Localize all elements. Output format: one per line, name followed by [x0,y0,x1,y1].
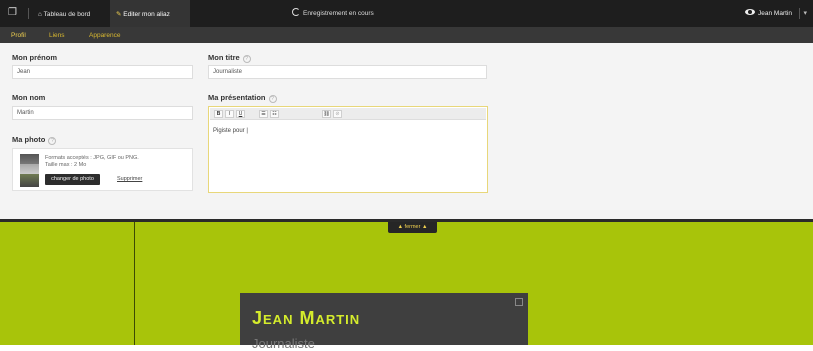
eye-icon [745,9,756,15]
presentation-label: Ma présentation? [208,93,277,103]
profile-card: Jean Martin Journaliste [240,293,528,351]
photo-thumbnail [20,154,39,187]
numbered-list-icon[interactable]: ☷ [270,110,279,118]
tab-bar: Profil Liens Apparence [0,27,813,43]
presentation-label-text: Ma présentation [208,93,266,102]
status-text: Enregistrement en cours [303,10,374,17]
change-photo-button[interactable]: changer de photo [45,174,100,185]
saving-status: Enregistrement en cours [292,8,374,19]
profile-panel: Mon prénom Jean Mon nom Martin Ma photo?… [0,43,813,219]
edit-link[interactable]: ✎ Editer mon aliaz [116,9,170,20]
divider [799,8,800,19]
link-icon[interactable]: ⛓ [322,110,331,118]
firstname-input[interactable]: Jean [12,65,193,79]
dashboard-link[interactable]: ⌂ Tableau de bord [38,9,90,20]
photo-label-text: Ma photo [12,135,46,144]
expand-icon[interactable] [515,298,523,306]
chevron-down-icon[interactable]: ▾ [803,8,807,19]
help-icon[interactable]: ? [242,55,251,63]
profile-name: Jean Martin [252,308,361,328]
bullet-list-icon[interactable]: ☰ [259,110,268,118]
underline-button[interactable]: U [236,110,245,118]
divider [28,8,29,19]
title-label: Mon titre? [208,53,251,63]
app-logo-icon[interactable]: ❐ [8,7,22,19]
tab-apparence[interactable]: Apparence [89,31,120,40]
dashboard-label: Tableau de bord [43,11,91,18]
unlink-icon[interactable]: ⊘ [333,110,342,118]
edit-label: Editer mon aliaz [123,11,170,18]
delete-photo-link[interactable]: Supprimer [117,176,142,182]
photo-label: Ma photo? [12,135,57,145]
preview-guide-line [134,222,135,345]
tab-liens[interactable]: Liens [49,31,65,40]
lastname-label: Mon nom [12,93,46,102]
edit-icon: ✎ [116,11,122,18]
title-label-text: Mon titre [208,53,240,62]
firstname-label: Mon prénom [12,53,57,62]
lastname-input[interactable]: Martin [12,106,193,120]
user-name: Jean Martin [758,10,792,17]
home-icon: ⌂ [38,11,42,18]
presentation-text: Pigiste pour | [213,128,248,134]
user-menu[interactable]: Jean Martin [745,8,792,19]
photo-formats-text: Formats acceptés : JPG, GIF ou PNG. [45,155,139,161]
photo-size-text: Taille max : 2 Mo [45,162,87,168]
bold-button[interactable]: B [214,110,223,118]
title-input[interactable]: Journaliste [208,65,487,79]
presentation-editor[interactable]: B I U ☰ ☷ ⛓ ⊘ Pigiste pour | [208,106,488,193]
help-icon[interactable]: ? [48,137,57,145]
profile-title: Journaliste [252,336,315,351]
loading-spinner-icon [292,8,300,16]
editor-toolbar: B I U ☰ ☷ ⛓ ⊘ [210,108,486,120]
tab-profil[interactable]: Profil [11,31,26,40]
close-panel-button[interactable]: ▲ fermer ▲ [388,222,437,233]
photo-box: Formats acceptés : JPG, GIF ou PNG. Tail… [12,148,193,191]
help-icon[interactable]: ? [268,95,277,103]
italic-button[interactable]: I [225,110,234,118]
top-bar: ❐ ⌂ Tableau de bord ✎ Editer mon aliaz E… [0,0,813,27]
